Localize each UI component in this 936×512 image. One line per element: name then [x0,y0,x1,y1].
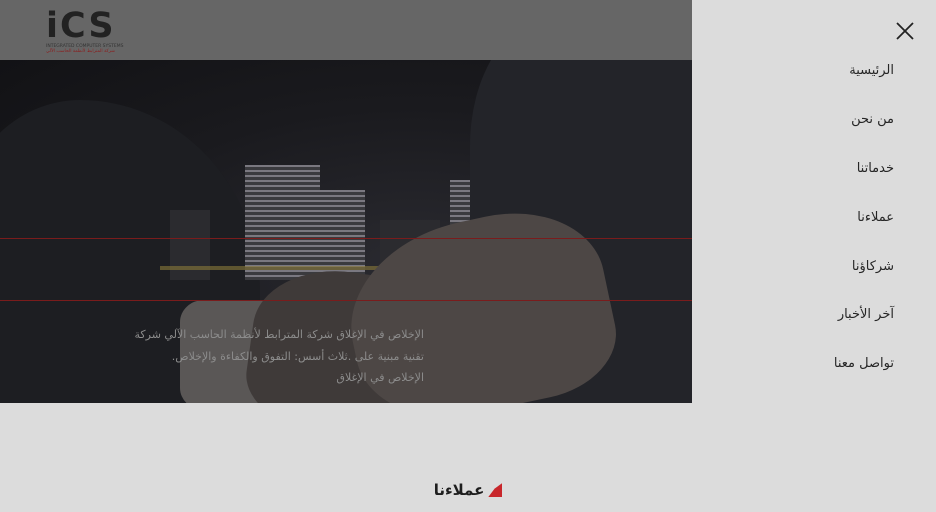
hero-description-line: الإخلاص في الإغلاق [336,371,424,384]
close-icon[interactable] [892,18,918,44]
section-title: عملاءنا [434,481,503,499]
menu-item-clients[interactable]: عملاءنا [834,200,894,249]
menu-item-contact[interactable]: تواصل معنا [834,346,894,395]
menu-item-partners[interactable]: شركاؤنا [834,249,894,298]
menu-item-services[interactable]: خدماتنا [834,151,894,200]
clients-section-header: عملاءنا [0,480,936,499]
hero-divider-line [0,238,692,239]
hero-banner: الإخلاص في الإغلاق شركة المترابط لأنظمة … [0,60,692,403]
hero-description-line: الإخلاص في الإغلاق شركة المترابط لأنظمة … [134,328,424,341]
title-accent-icon [488,483,503,497]
page-overlay[interactable]: iCS INTEGRATED COMPUTER SYSTEMS شركة الم… [0,0,692,512]
logo-mark: iCS [46,6,116,46]
site-logo[interactable]: iCS INTEGRATED COMPUTER SYSTEMS شركة الم… [46,8,130,54]
menu-list: الرئيسية من نحن خدماتنا عملاءنا شركاؤنا … [834,53,894,395]
hero-divider-line [0,300,692,301]
side-menu: الرئيسية من نحن خدماتنا عملاءنا شركاؤنا … [692,0,936,403]
hero-description: الإخلاص في الإغلاق شركة المترابط لأنظمة … [0,324,424,389]
logo-subtitle-ar: شركة المترابط لأنظمة الحاسب الآلي [46,49,115,54]
hero-description-line: تقنية مبنية على .ثلاث أسس: التفوق والكفا… [171,349,424,363]
menu-item-news[interactable]: آخر الأخبار [834,297,894,346]
section-title-text: عملاءنا [433,481,485,499]
site-header: iCS INTEGRATED COMPUTER SYSTEMS شركة الم… [0,0,692,60]
menu-item-home[interactable]: الرئيسية [834,53,894,102]
menu-item-about[interactable]: من نحن [834,102,894,151]
